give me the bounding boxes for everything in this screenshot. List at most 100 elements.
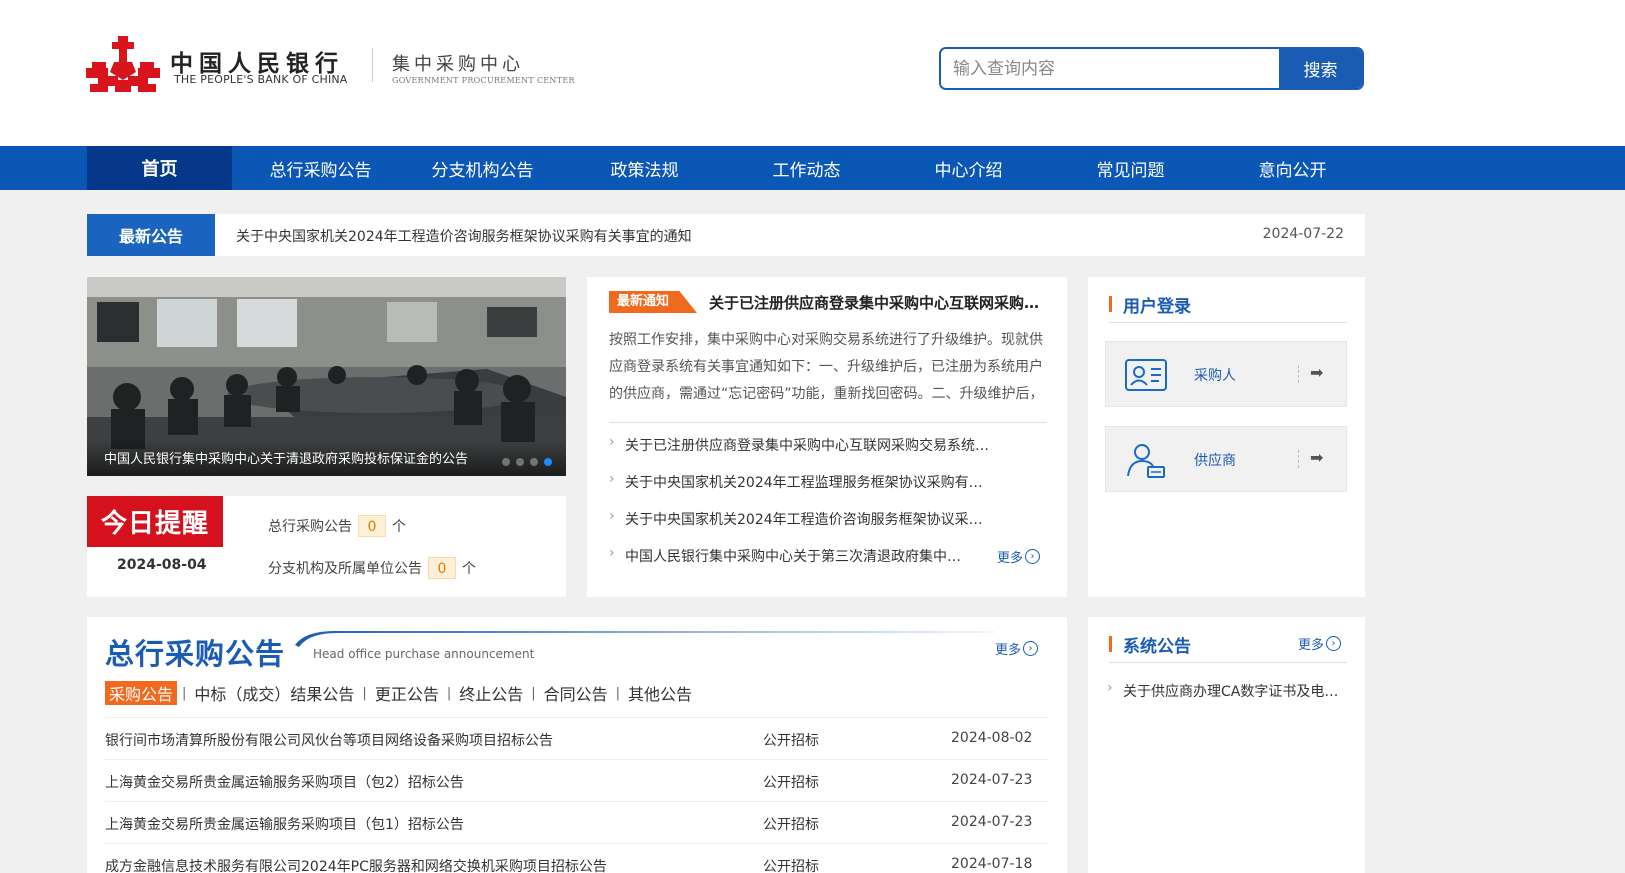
- user-login-title: 用户登录: [1109, 292, 1191, 317]
- supplier-login-label: 供应商: [1194, 453, 1236, 469]
- system-more-link[interactable]: 更多 ›: [1298, 634, 1342, 653]
- reminder-count: 0: [428, 557, 456, 579]
- head-office-procurement-panel: 总行采购公告 Head office purchase announcement…: [87, 617, 1067, 873]
- latest-announcement-bar: 最新公告 关于中央国家机关2024年工程造价咨询服务框架协议采购有关事宜的通知 …: [87, 214, 1365, 256]
- nav-item-about-center[interactable]: 中心介绍: [896, 146, 1041, 190]
- notice-list-item[interactable]: 中国人民银行集中采购中心关于第三次清退政府集中采购投标保证金的公告: [609, 546, 969, 566]
- row-title-link[interactable]: 上海黄金交易所贵金属运输服务采购项目（包2）招标公告: [105, 772, 464, 792]
- chevron-right-icon: ›: [1025, 549, 1041, 564]
- notice-list-item[interactable]: 关于中央国家机关2024年工程造价咨询服务框架协议采购有关事宜的通知: [609, 509, 989, 529]
- today-reminder-tag: 今日提醒: [87, 496, 223, 547]
- row-date: 2024-07-23: [951, 772, 1033, 788]
- tab-procurement-notice[interactable]: 采购公告: [105, 681, 178, 705]
- procurement-more-link[interactable]: 更多 ›: [995, 639, 1039, 658]
- procurement-tabs: 采购公告 | 中标（成交）结果公告 | 更正公告 | 终止公告 | 合同公告 |…: [105, 681, 695, 705]
- row-type: 公开招标: [763, 733, 819, 749]
- table-row: 银行间市场清算所股份有限公司风伙台等项目网络设备采购项目招标公告 公开招标 20…: [105, 717, 1049, 759]
- tab-other[interactable]: 其他公告: [625, 681, 695, 705]
- latest-announcement-link[interactable]: 关于中央国家机关2024年工程造价咨询服务框架协议采购有关事宜的通知: [236, 226, 692, 246]
- slider-dots: [502, 458, 552, 466]
- reminder-label[interactable]: 分支机构及所属单位公告: [268, 558, 422, 578]
- nav-item-work-news[interactable]: 工作动态: [734, 146, 879, 190]
- purchaser-login-label: 采购人: [1194, 368, 1236, 384]
- site-logo[interactable]: 中国人民银行 THE PEOPLE'S BANK OF CHINA 集中采购中心…: [86, 36, 586, 96]
- more-label: 更多: [995, 643, 1022, 658]
- slider-dot[interactable]: [502, 458, 510, 466]
- reminder-count: 0: [358, 515, 386, 537]
- more-label: 更多: [1298, 638, 1325, 653]
- main-nav: 首页 总行采购公告 分支机构公告 政策法规 工作动态 中心介绍 常见问题 意向公…: [0, 146, 1625, 190]
- logo-divider: [372, 48, 373, 82]
- tab-correction[interactable]: 更正公告: [372, 681, 442, 705]
- system-notice-panel: 系统公告 更多 › 关于供应商办理CA数字证书及电子签章的通知: [1088, 617, 1365, 873]
- slider-caption[interactable]: 中国人民银行集中采购中心关于清退政府采购投标保证金的公告: [104, 448, 468, 467]
- divider: [1109, 322, 1347, 323]
- slider-caption-bar: 中国人民银行集中采购中心关于清退政府采购投标保证金的公告: [87, 440, 566, 476]
- center-name-cn: 集中采购中心: [392, 54, 524, 75]
- latest-notice-body: 按照工作安排，集中采购中心对采购交易系统进行了升级维护。现就供应商登录系统有关事…: [609, 332, 1044, 402]
- divider: [1298, 450, 1299, 468]
- bank-name-en: THE PEOPLE'S BANK OF CHINA: [174, 73, 348, 86]
- purchaser-login-button[interactable]: 采购人 ➡: [1105, 341, 1347, 407]
- slider-dot[interactable]: [530, 458, 538, 466]
- row-title-link[interactable]: 上海黄金交易所贵金属运输服务采购项目（包1）招标公告: [105, 814, 464, 834]
- supplier-login-button[interactable]: 供应商 ➡: [1105, 426, 1347, 492]
- today-date: 2024-08-04: [117, 557, 207, 573]
- table-row: 上海黄金交易所贵金属运输服务采购项目（包2）招标公告 公开招标 2024-07-…: [105, 759, 1049, 801]
- row-type: 公开招标: [763, 775, 819, 791]
- notice-list-item[interactable]: 关于已注册供应商登录集中采购中心互联网采购交易系统有关事宜的通知: [609, 435, 989, 455]
- nav-item-intent-disclosure[interactable]: 意向公开: [1220, 146, 1365, 190]
- table-row: 成方金融信息技术服务有限公司2024年PC服务器和网络交换机采购项目招标公告 公…: [105, 843, 1049, 873]
- site-header: 中国人民银行 THE PEOPLE'S BANK OF CHINA 集中采购中心…: [0, 0, 1625, 146]
- divider: [1109, 662, 1347, 663]
- latest-notice-tag: 最新通知: [609, 291, 697, 313]
- reminder-row: 分支机构及所属单位公告 0 个: [268, 557, 476, 579]
- latest-announcement-tag: 最新公告: [87, 214, 215, 256]
- divider: [609, 422, 1047, 423]
- news-slider[interactable]: 中国人民银行集中采购中心关于清退政府采购投标保证金的公告: [87, 277, 566, 476]
- chevron-right-icon: ›: [1023, 641, 1039, 656]
- row-date: 2024-07-23: [951, 814, 1033, 830]
- tab-separator: |: [615, 685, 621, 701]
- latest-announcement-date: 2024-07-22: [1262, 226, 1344, 242]
- tab-award-result[interactable]: 中标（成交）结果公告: [191, 681, 357, 705]
- center-name-en: GOVERNMENT PROCUREMENT CENTER: [392, 76, 575, 85]
- reminder-unit: 个: [392, 519, 406, 535]
- reminder-unit: 个: [462, 561, 476, 577]
- slider-dot-active[interactable]: [544, 458, 552, 466]
- nav-item-branch-notices[interactable]: 分支机构公告: [410, 146, 555, 190]
- nav-item-policies[interactable]: 政策法规: [572, 146, 717, 190]
- section-subtitle: Head office purchase announcement: [313, 647, 535, 661]
- pboc-emblem-icon: [86, 36, 160, 92]
- slider-dot[interactable]: [516, 458, 524, 466]
- search-box: 搜索: [939, 47, 1364, 90]
- divider: [1298, 365, 1299, 383]
- nav-item-faq[interactable]: 常见问题: [1058, 146, 1203, 190]
- reminder-label[interactable]: 总行采购公告: [268, 516, 352, 536]
- notice-more-link[interactable]: 更多 ›: [997, 547, 1041, 566]
- row-type: 公开招标: [763, 859, 819, 873]
- row-date: 2024-07-18: [951, 856, 1033, 872]
- tab-termination[interactable]: 终止公告: [456, 681, 526, 705]
- row-title-link[interactable]: 成方金融信息技术服务有限公司2024年PC服务器和网络交换机采购项目招标公告: [105, 856, 607, 873]
- row-title-link[interactable]: 银行间市场清算所股份有限公司风伙台等项目网络设备采购项目招标公告: [105, 730, 553, 750]
- search-input[interactable]: [941, 49, 1281, 88]
- tab-separator: |: [531, 685, 536, 701]
- search-button[interactable]: 搜索: [1279, 49, 1362, 88]
- reminder-row: 总行采购公告 0 个: [268, 515, 406, 537]
- system-notice-item[interactable]: 关于供应商办理CA数字证书及电子签章的通知: [1107, 681, 1343, 701]
- nav-item-head-office-procurement[interactable]: 总行采购公告: [248, 146, 393, 190]
- row-type: 公开招标: [763, 817, 819, 833]
- row-date: 2024-08-02: [951, 730, 1033, 746]
- today-reminder: 今日提醒 2024-08-04 总行采购公告 0 个 分支机构及所属单位公告 0…: [87, 496, 566, 597]
- system-notice-title: 系统公告: [1109, 632, 1191, 657]
- tab-separator: |: [182, 685, 187, 701]
- section-title: 总行采购公告: [105, 637, 286, 671]
- latest-notice-title[interactable]: 关于已注册供应商登录集中采购中心互联网采购交易系统有关事宜的通知: [709, 292, 1049, 313]
- tab-separator: |: [362, 685, 367, 701]
- notice-list-item[interactable]: 关于中央国家机关2024年工程监理服务框架协议采购有关事宜的通知: [609, 472, 989, 492]
- tab-contract[interactable]: 合同公告: [541, 681, 611, 705]
- user-login-panel: 用户登录 采购人 ➡ 供应商 ➡: [1088, 277, 1365, 597]
- chevron-right-icon: ›: [1326, 636, 1342, 651]
- nav-item-home[interactable]: 首页: [87, 146, 232, 190]
